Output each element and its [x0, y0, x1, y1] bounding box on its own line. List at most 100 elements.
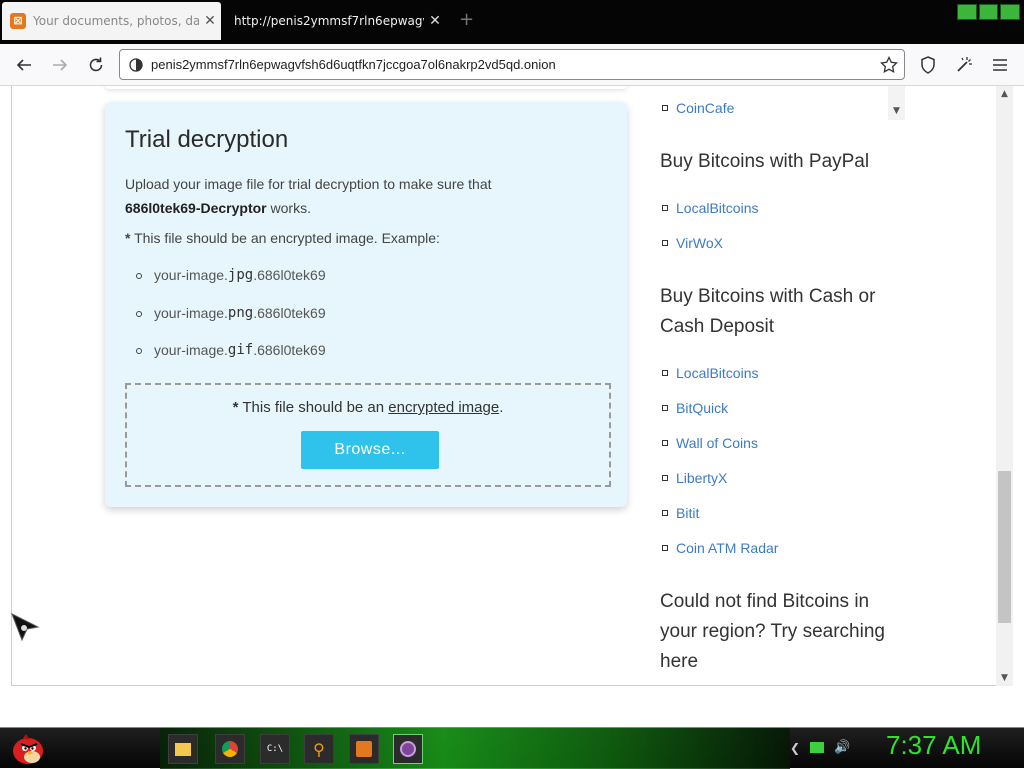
card-title: Trial decryption — [125, 126, 289, 153]
dropzone-suffix: . — [499, 399, 504, 416]
bullet-icon — [662, 545, 668, 551]
sidebar-link-localbitcoins[interactable]: LocalBitcoins — [662, 365, 759, 381]
link-label[interactable]: LibertyX — [676, 470, 727, 486]
minimize-button[interactable] — [957, 4, 977, 20]
example-suffix: .686l0tek69 — [253, 267, 326, 283]
taskbar-glow — [160, 728, 790, 769]
sidebar-link-wall-of-coins[interactable]: Wall of Coins — [662, 435, 758, 451]
onion-icon — [129, 57, 143, 72]
menu-button[interactable] — [988, 53, 1012, 77]
dropzone-text: * This file should be an encrypted image… — [127, 399, 609, 416]
scroll-down-icon[interactable]: ▼ — [996, 670, 1013, 686]
dropzone-prefix: This file should be an — [242, 399, 385, 416]
shield-button[interactable] — [916, 53, 940, 77]
sidebar-link-libertyx[interactable]: LibertyX — [662, 470, 727, 486]
taskbar-clock[interactable]: 7:37 AM — [886, 730, 981, 761]
section-title-search: Could not find Bitcoins in your region? … — [660, 591, 885, 672]
command-prompt-icon[interactable]: C:\ — [260, 734, 290, 764]
browse-button[interactable]: Browse... — [301, 431, 439, 469]
list-item: your-image. png .686l0tek69 — [136, 305, 326, 343]
link-label[interactable]: BitQuick — [676, 400, 728, 416]
dropzone-star: * — [232, 399, 239, 416]
link-label[interactable]: LocalBitcoins — [676, 200, 759, 216]
example-ext: gif — [227, 342, 254, 358]
tab-title: http://penis2ymmsf7rln6epwagvfsh6d6uqtfk… — [234, 14, 424, 28]
bullet-icon — [136, 348, 142, 354]
start-button-angry-bird-icon[interactable] — [8, 730, 48, 766]
back-button[interactable] — [12, 53, 36, 77]
sidebar-link-bitquick[interactable]: BitQuick — [662, 400, 728, 416]
file-dropzone[interactable]: * This file should be an encrypted image… — [125, 383, 611, 487]
sidebar-link-localbitcoins[interactable]: LocalBitcoins — [662, 200, 759, 216]
sidebar-link-coincafe[interactable]: CoinCafe — [662, 100, 734, 116]
chevron-down-icon[interactable]: ▼ — [888, 104, 905, 118]
network-icon[interactable] — [810, 742, 825, 753]
example-name: your-image. — [154, 304, 228, 321]
encrypted-image-link[interactable]: encrypted image — [388, 399, 499, 416]
forward-button[interactable] — [48, 53, 72, 77]
hamburger-menu-icon — [993, 59, 1007, 71]
volume-icon[interactable]: 🔊 — [834, 740, 850, 755]
link-label[interactable]: CoinCafe — [676, 100, 734, 116]
desc-suffix: works. — [270, 200, 311, 216]
example-suffix: .686l0tek69 — [253, 304, 326, 321]
magic-wand-icon — [957, 57, 972, 72]
note-text: This file should be an encrypted image. … — [134, 230, 440, 246]
example-name: your-image. — [154, 342, 228, 358]
new-tab-button[interactable]: + — [459, 10, 474, 30]
scrollbar-thumb[interactable] — [998, 471, 1011, 623]
bookmark-star-icon[interactable] — [880, 56, 898, 74]
reload-button[interactable] — [84, 53, 108, 77]
close-icon[interactable]: ✕ — [199, 13, 221, 29]
sidebar-link-bitit[interactable]: Bitit — [662, 505, 699, 521]
link-label[interactable]: LocalBitcoins — [676, 365, 759, 381]
link-label[interactable]: VirWoX — [676, 235, 723, 251]
sidebar-link-coin-atm-radar[interactable]: Coin ATM Radar — [662, 540, 778, 556]
close-icon[interactable]: ✕ — [424, 13, 446, 29]
bullet-icon — [662, 205, 668, 211]
extensions-button[interactable] — [952, 53, 976, 77]
example-ext: jpg — [227, 267, 254, 283]
link-label[interactable]: Wall of Coins — [676, 435, 758, 451]
card-description: Upload your image file for trial decrypt… — [125, 172, 595, 220]
tor-browser-icon[interactable] — [393, 734, 423, 764]
example-name: your-image. — [154, 267, 228, 283]
scroll-up-icon[interactable]: ▲ — [996, 86, 1013, 102]
xampp-icon[interactable] — [349, 734, 379, 764]
bullet-icon — [662, 240, 668, 246]
system-tray: ❮ 🔊 — [790, 740, 850, 755]
link-label[interactable]: Coin ATM Radar — [676, 540, 778, 556]
bullet-icon — [662, 105, 668, 111]
chrome-icon[interactable] — [215, 734, 245, 764]
tab-bar: ⊠ Your documents, photos, databases and … — [0, 0, 1024, 44]
back-arrow-icon — [16, 59, 31, 71]
tab-ransom-note[interactable]: ⊠ Your documents, photos, databases and … — [2, 2, 221, 40]
xampp-favicon-icon: ⊠ — [10, 13, 26, 29]
page-scrollbar[interactable]: ▲ ▼ — [996, 86, 1013, 686]
tray-chevron-icon[interactable]: ❮ — [790, 741, 800, 755]
address-bar[interactable]: penis2ymmsf7rln6epwagvfsh6d6uqtfkn7jccgo… — [119, 49, 905, 80]
file-explorer-icon[interactable] — [168, 734, 198, 764]
bullet-icon — [662, 440, 668, 446]
shield-icon — [921, 56, 935, 74]
sidebar-scrollbar[interactable]: ▼ — [888, 86, 905, 120]
previous-card-edge — [105, 86, 627, 89]
close-window-button[interactable] — [1000, 4, 1021, 20]
tab-title: Your documents, photos, databases and ot… — [33, 14, 199, 28]
example-ext: png — [227, 304, 254, 321]
section-title-paypal: Buy Bitcoins with PayPal — [660, 151, 870, 172]
reload-icon — [89, 57, 103, 72]
link-label[interactable]: Bitit — [676, 505, 699, 521]
search-icon[interactable]: ⚲ — [304, 734, 334, 764]
sidebar-link-virwox[interactable]: VirWoX — [662, 235, 723, 251]
desc-prefix: Upload your image file for trial decrypt… — [125, 176, 492, 192]
maximize-button[interactable] — [978, 4, 999, 20]
bullet-icon — [662, 510, 668, 516]
bullet-icon — [136, 310, 142, 317]
tab-onion-site[interactable]: http://penis2ymmsf7rln6epwagvfsh6d6uqtfk… — [224, 2, 446, 40]
bitcoin-sources-sidebar: CoinCafe Buy Bitcoins with PayPal LocalB… — [660, 86, 905, 685]
url-text[interactable]: penis2ymmsf7rln6epwagvfsh6d6uqtfkn7jccgo… — [151, 57, 556, 72]
mouse-cursor-icon — [11, 612, 40, 642]
bullet-icon — [662, 370, 668, 376]
bullet-icon — [662, 475, 668, 481]
